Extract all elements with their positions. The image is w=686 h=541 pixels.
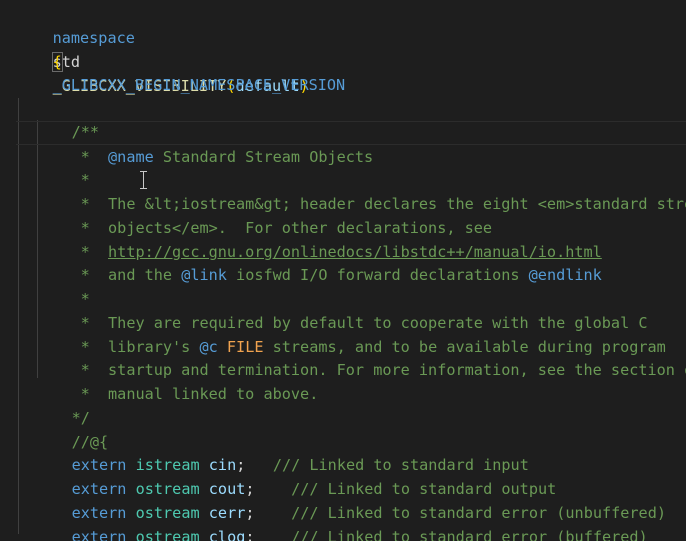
- code-line-open-brace[interactable]: {: [16, 26, 63, 72]
- line-doc-comment: /// Linked to standard error (buffered): [291, 528, 648, 541]
- code-line-decl-clog[interactable]: extern ostream clog; /// Linked to stand…: [35, 501, 648, 541]
- keyword: namespace: [52, 29, 135, 47]
- code-line-comment-p1-4[interactable]: * and the @link iosfwd I/O forward decla…: [44, 239, 602, 284]
- doc-tag-name: @name: [108, 148, 154, 166]
- code-line-comment-name[interactable]: * @name Standard Stream Objects: [44, 121, 374, 166]
- text-cursor-icon: [140, 171, 147, 189]
- code-line-group-open[interactable]: //@{: [35, 406, 109, 451]
- code-line-comment-p2-3[interactable]: * startup and termination. For more info…: [44, 334, 686, 379]
- code-line-comment-blank-2[interactable]: *: [44, 263, 90, 308]
- code-line-comment-p2-4[interactable]: * manual linked to above.: [44, 358, 319, 403]
- code-line-comment-open[interactable]: /**: [35, 96, 99, 141]
- code-line-begin-namespace[interactable]: _GLIBCXX_BEGIN_NAMESPACE_VERSION: [16, 49, 346, 94]
- doc-name-text: Standard Stream Objects: [153, 148, 374, 166]
- code-line-decl-cin[interactable]: extern istream cin; /// Linked to standa…: [35, 429, 529, 474]
- semicolon: ;: [245, 528, 255, 541]
- comment-text: and the: [108, 266, 182, 284]
- extern-keyword: extern: [71, 528, 127, 541]
- comment-text: iosfwd I/O forward declarations: [226, 266, 529, 284]
- comment-text: manual linked to above.: [108, 385, 319, 403]
- code-line-comment-close[interactable]: */: [35, 382, 90, 427]
- stream-type: ostream: [135, 528, 200, 541]
- code-line-comment-p1-2[interactable]: * objects</em>. For other declarations, …: [44, 192, 493, 237]
- indent-guide: [18, 98, 19, 534]
- begin-namespace-macro: _GLIBCXX_BEGIN_NAMESPACE_VERSION: [52, 76, 346, 94]
- stream-variable: clog: [208, 528, 246, 541]
- code-line-namespace[interactable]: namespace std _GLIBCXX_VISIBILITY(defaul…: [16, 2, 309, 95]
- code-line-comment-p1-3[interactable]: * http://gcc.gnu.org/onlinedocs/libstdc+…: [44, 216, 602, 261]
- code-editor[interactable]: namespace std _GLIBCXX_VISIBILITY(defaul…: [0, 0, 686, 541]
- code-line-comment-p2-1[interactable]: * They are required by default to cooper…: [44, 287, 648, 332]
- code-line-comment-blank[interactable]: *: [44, 144, 90, 189]
- code-line-decl-cerr[interactable]: extern ostream cerr; /// Linked to stand…: [35, 477, 666, 522]
- code-line-comment-p2-2[interactable]: * library's @c FILE streams, and to be a…: [44, 311, 666, 356]
- code-line-decl-cout[interactable]: extern ostream cout; /// Linked to stand…: [35, 453, 557, 498]
- doc-tag-link: @link: [181, 266, 227, 284]
- doc-tag-endlink: @endlink: [528, 266, 602, 284]
- spacing: [255, 528, 292, 541]
